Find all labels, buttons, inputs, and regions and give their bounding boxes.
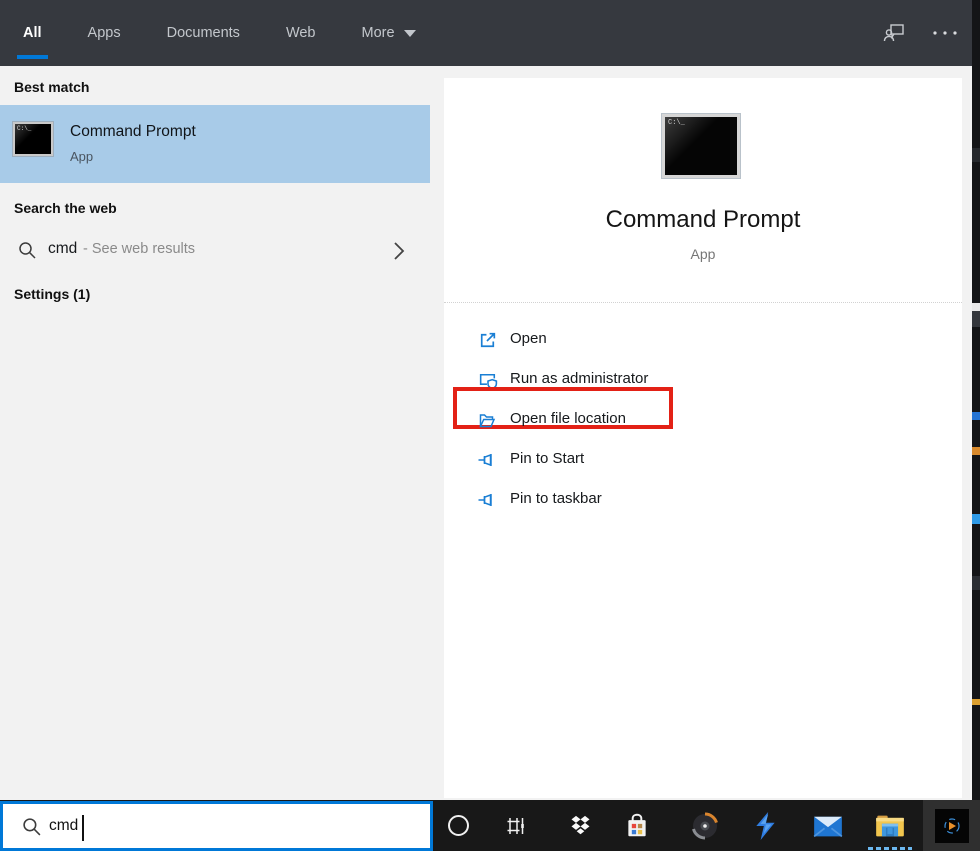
divider: [444, 302, 962, 303]
folder-icon: [479, 414, 496, 428]
windows-search-flyout: All Apps Documents Web More Best match C…: [0, 0, 980, 851]
dropbox-icon[interactable]: [556, 800, 604, 851]
text-cursor: [82, 815, 84, 841]
cmd-icon: C:\_: [662, 114, 740, 178]
filter-tabs: All Apps Documents Web More: [17, 0, 422, 66]
search-filter-bar: All Apps Documents Web More: [0, 0, 980, 66]
action-label: Open file location: [510, 410, 626, 427]
web-search-result[interactable]: cmd - See web results: [0, 228, 430, 274]
pin-icon: [478, 493, 492, 507]
best-match-header: Best match: [14, 79, 90, 95]
action-open-file-location[interactable]: Open file location: [444, 400, 962, 440]
best-match-result[interactable]: C:\_ Command Prompt App: [0, 105, 430, 183]
result-title: Command Prompt: [70, 123, 196, 140]
action-label: Pin to taskbar: [510, 490, 602, 507]
app-title: Command Prompt: [605, 206, 801, 233]
tab-documents[interactable]: Documents: [161, 2, 246, 64]
action-list: Open Run as administrator Open file loca…: [444, 320, 962, 520]
action-label: Pin to Start: [510, 450, 585, 467]
search-results-area: Best match C:\_ Command Prompt App Searc…: [0, 66, 972, 800]
action-pin-to-taskbar[interactable]: Pin to taskbar: [444, 480, 962, 520]
tab-more[interactable]: More: [356, 2, 422, 64]
taskbar: [0, 800, 980, 851]
open-icon: [480, 332, 496, 348]
settings-header: Settings (1): [14, 286, 91, 302]
desktop-edge: [972, 0, 980, 800]
action-pin-to-start[interactable]: Pin to Start: [444, 440, 962, 480]
feedback-icon[interactable]: [882, 21, 906, 45]
action-open[interactable]: Open: [444, 320, 962, 360]
task-view-icon[interactable]: [492, 800, 540, 851]
lightning-icon[interactable]: [742, 800, 790, 851]
action-label: Open: [510, 330, 547, 347]
web-query-text: cmd: [48, 240, 78, 257]
admin-shield-icon: [479, 373, 498, 390]
app-thumbnail: [934, 808, 969, 843]
search-web-header: Search the web: [14, 200, 117, 216]
tab-all[interactable]: All: [17, 2, 48, 64]
microsoft-store-icon[interactable]: [613, 800, 661, 851]
chevron-right-icon[interactable]: [392, 241, 406, 261]
taskbar-search-box[interactable]: [0, 801, 433, 851]
action-run-as-administrator[interactable]: Run as administrator: [444, 360, 962, 429]
results-list-panel: Best match C:\_ Command Prompt App Searc…: [0, 66, 430, 800]
app-type-label: App: [690, 246, 716, 262]
cmd-icon: C:\_: [13, 122, 53, 156]
more-options-icon[interactable]: [932, 30, 958, 36]
search-icon: [19, 242, 36, 259]
file-explorer-icon[interactable]: [866, 800, 914, 851]
chevron-down-icon: [403, 29, 416, 37]
active-app-button[interactable]: [923, 800, 980, 851]
mail-icon[interactable]: [804, 800, 852, 851]
search-input[interactable]: [49, 808, 409, 844]
music-disc-icon[interactable]: [681, 800, 729, 851]
action-label: Run as administrator: [510, 370, 649, 387]
search-icon: [23, 818, 41, 836]
panel-margin: [962, 66, 972, 800]
cortana-icon[interactable]: [434, 800, 482, 851]
tab-web[interactable]: Web: [280, 2, 322, 64]
pin-icon: [478, 453, 492, 467]
web-suffix-text: - See web results: [83, 241, 196, 257]
active-pin-indicator: [868, 847, 912, 850]
result-detail-panel: C:\_ Command Prompt App Open Run as admi…: [444, 78, 962, 798]
result-subtitle: App: [70, 149, 94, 164]
tab-apps[interactable]: Apps: [82, 2, 127, 64]
